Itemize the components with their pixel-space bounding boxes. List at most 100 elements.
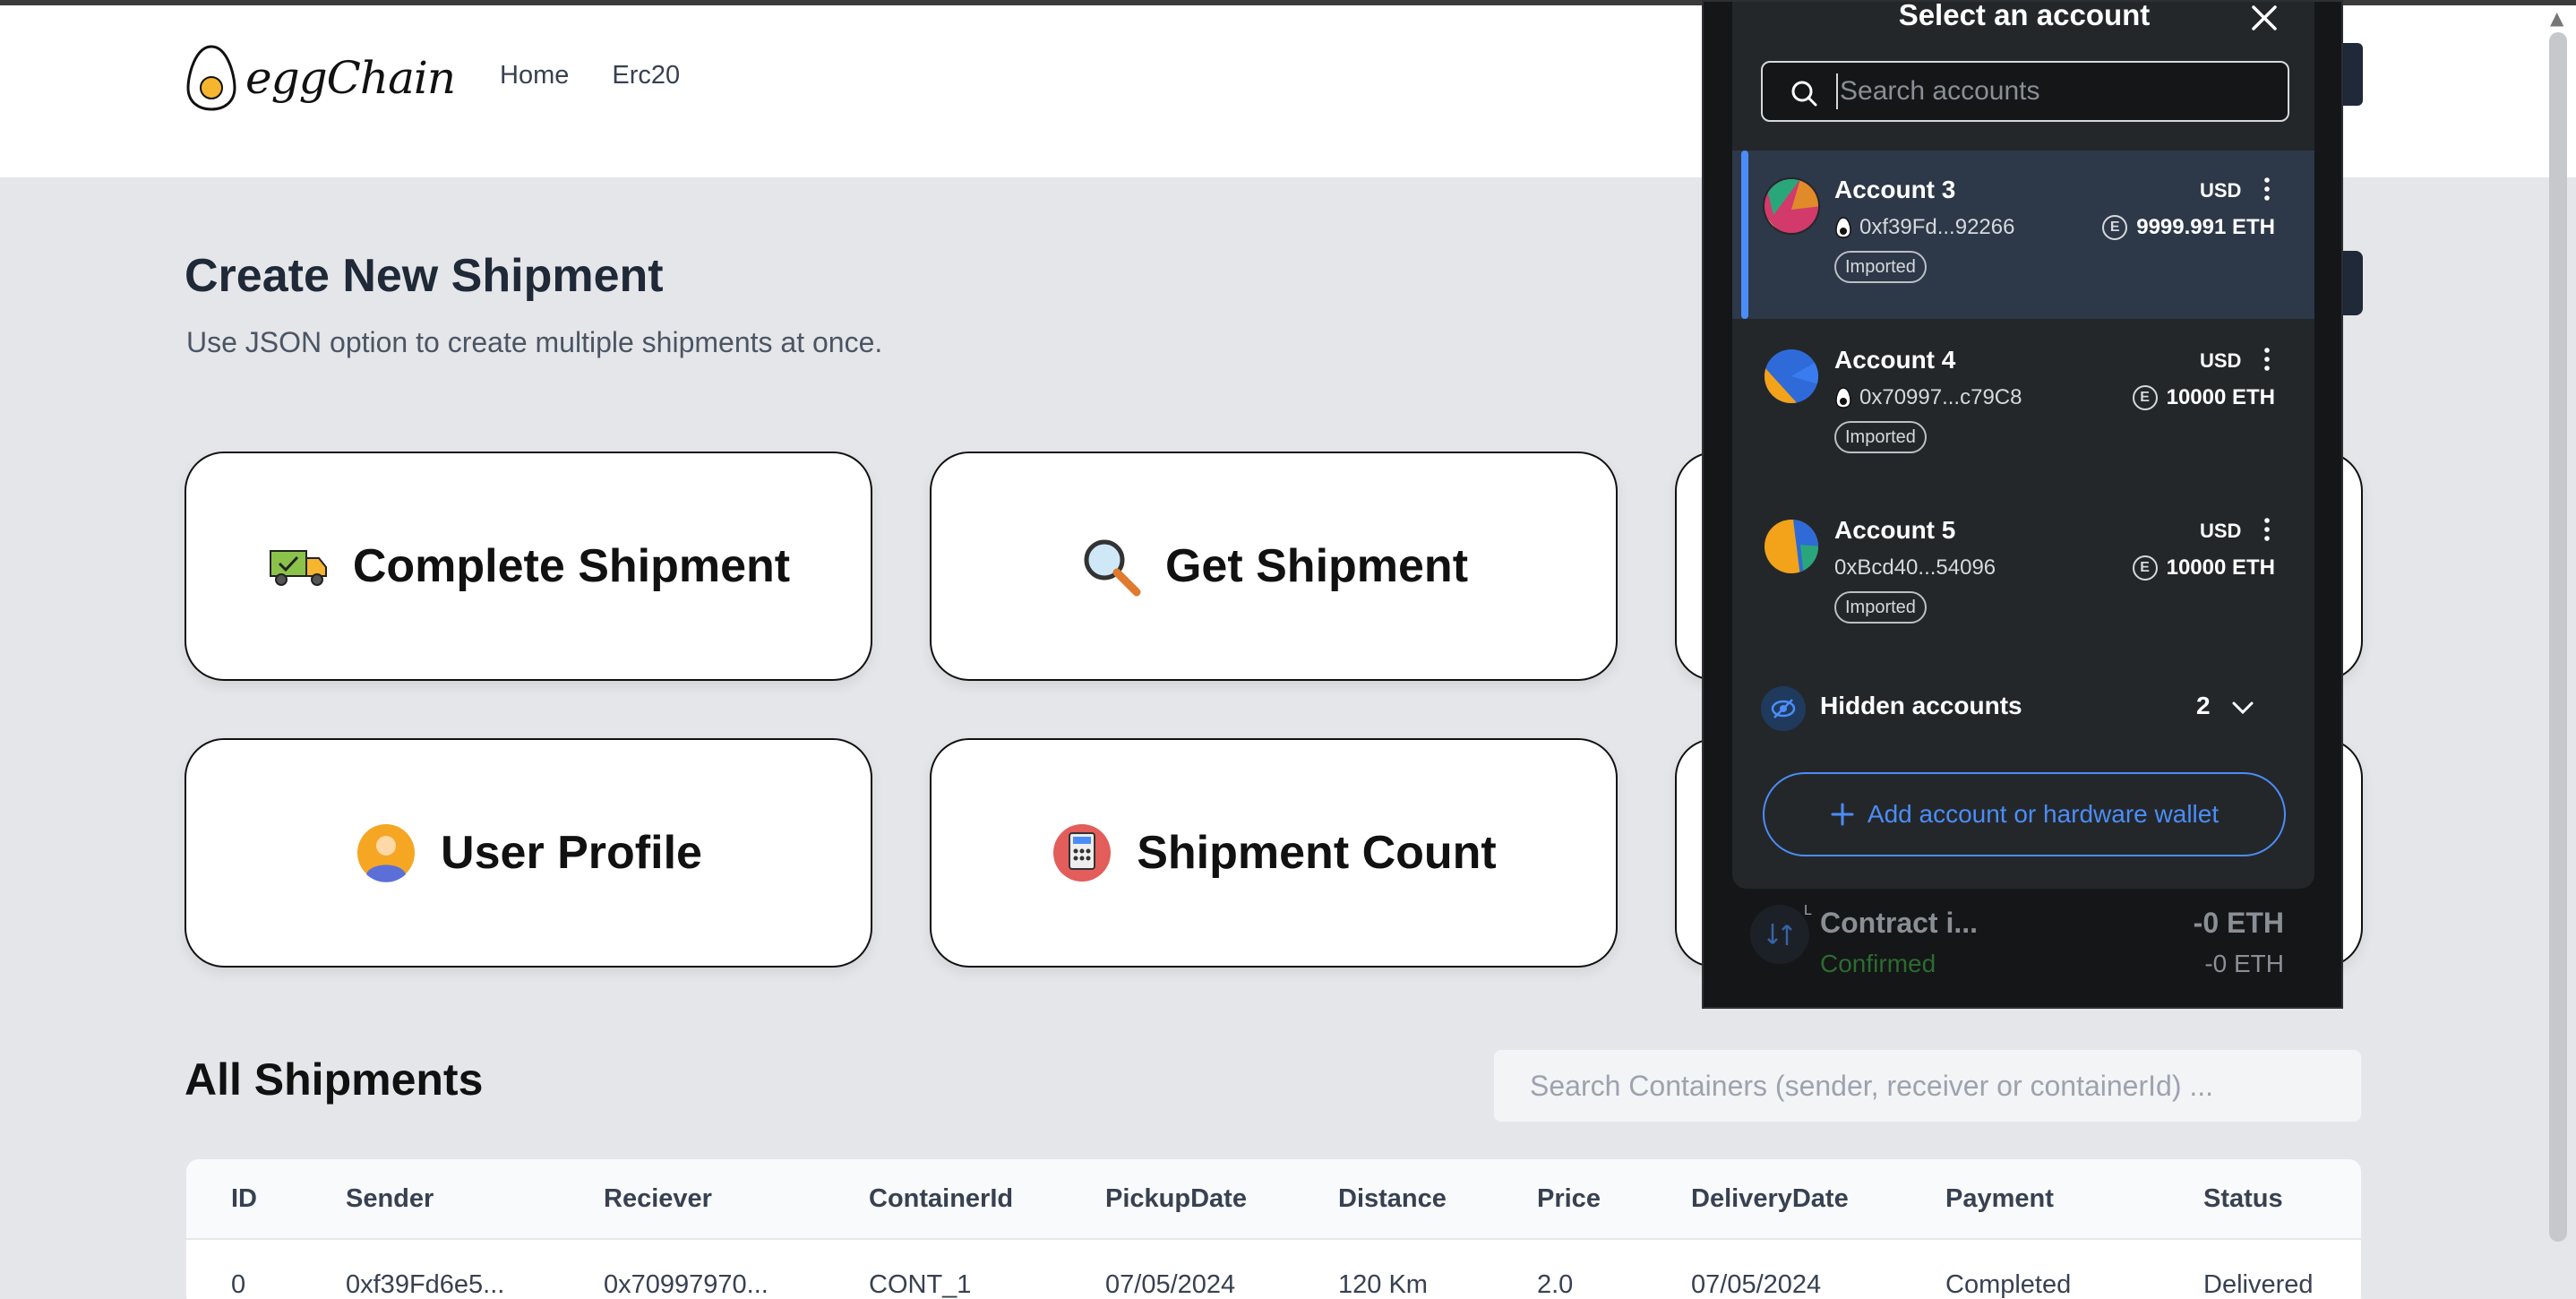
account-currency: USD xyxy=(2200,349,2242,372)
imported-badge: Imported xyxy=(1834,591,1927,624)
col-receiver: Reciever xyxy=(604,1184,712,1213)
eth-icon: E xyxy=(2132,385,2158,410)
user-avatar-icon xyxy=(355,822,417,884)
account-search-input[interactable] xyxy=(1836,73,2266,109)
network-badge: L xyxy=(1804,903,1812,918)
card-label: Get Shipment xyxy=(1164,540,1469,592)
account-currency: USD xyxy=(2200,520,2242,542)
cell-sender: 0xf39Fd6e5... xyxy=(346,1270,505,1299)
col-distance: Distance xyxy=(1338,1184,1447,1213)
account-address-text: 0xf39Fd...92266 xyxy=(1859,215,2015,239)
account-address: 0xBcd40...54096 xyxy=(1834,555,1996,581)
col-pickupdate: PickupDate xyxy=(1105,1184,1247,1213)
chevron-down-icon xyxy=(2232,701,2254,715)
selected-indicator xyxy=(1741,151,1748,319)
account-address: 0x70997...c79C8 xyxy=(1834,385,2022,410)
activity-item[interactable]: L Contract i... Confirmed -0 ETH -0 ETH xyxy=(1732,889,2314,1005)
col-price: Price xyxy=(1537,1184,1601,1213)
activity-title: Contract i... xyxy=(1820,907,1979,939)
col-containerid: ContainerId xyxy=(869,1184,1014,1213)
shipments-table: ID Sender Reciever ContainerId PickupDat… xyxy=(185,1157,2363,1299)
more-options-icon[interactable] xyxy=(2261,346,2273,373)
egg-logo-icon xyxy=(186,45,236,111)
cell-receiver: 0x70997970... xyxy=(604,1270,769,1299)
col-sender: Sender xyxy=(346,1184,434,1213)
calculator-icon xyxy=(1051,822,1113,884)
eye-slash-icon xyxy=(1761,686,1806,731)
add-account-label: Add account or hardware wallet xyxy=(1867,800,2220,828)
col-payment: Payment xyxy=(1945,1184,2054,1213)
card-label: Shipment Count xyxy=(1137,827,1497,879)
card-label: User Profile xyxy=(441,827,702,879)
account-avatar-icon xyxy=(1763,518,1820,575)
activity-status: Confirmed xyxy=(1820,950,1936,977)
account-name: Account 5 xyxy=(1834,516,1956,544)
cell-price: 2.0 xyxy=(1537,1270,1574,1299)
account-balance: E 10000 ETH xyxy=(2132,385,2275,410)
logo-text: eggChain xyxy=(245,52,456,104)
account-balance-text: 9999.991 ETH xyxy=(2136,215,2275,239)
more-options-icon[interactable] xyxy=(2261,176,2273,202)
col-id: ID xyxy=(231,1184,257,1213)
account-currency: USD xyxy=(2200,179,2242,202)
account-avatar-icon xyxy=(1763,348,1820,405)
col-status: Status xyxy=(2203,1184,2283,1213)
account-avatar-icon xyxy=(1763,177,1820,235)
activity-amount: -0 ETH xyxy=(2193,907,2284,939)
account-balance: E 9999.991 ETH xyxy=(2102,215,2275,240)
magnifying-glass-icon xyxy=(1079,535,1142,598)
more-options-icon[interactable] xyxy=(2261,516,2273,543)
table-header: ID Sender Reciever ContainerId PickupDat… xyxy=(186,1159,2361,1240)
add-account-button[interactable]: Add account or hardware wallet xyxy=(1763,772,2286,856)
account-name: Account 4 xyxy=(1834,346,1956,374)
account-balance: E 10000 ETH xyxy=(2132,555,2275,581)
cell-containerid: CONT_1 xyxy=(869,1270,972,1299)
page-scrollbar[interactable] xyxy=(2549,32,2567,1242)
account-item-4[interactable]: Account 4 USD 0x70997...c79C8 E 10000 ET… xyxy=(1732,321,2314,489)
imported-badge: Imported xyxy=(1834,251,1927,283)
account-balance-text: 10000 ETH xyxy=(2166,555,2275,580)
activity-amount-secondary: -0 ETH xyxy=(2204,950,2284,977)
scroll-up-arrow-icon[interactable]: ▲ xyxy=(2550,7,2563,29)
eth-icon: E xyxy=(2102,215,2128,240)
delivery-truck-icon xyxy=(267,535,330,598)
shipment-count-card[interactable]: Shipment Count xyxy=(930,738,1618,968)
card-label: Complete Shipment xyxy=(352,540,791,592)
account-item-3[interactable]: Account 3 USD 0xf39Fd...92266 E 9999.991… xyxy=(1732,151,2314,319)
account-address-text: 0xBcd40...54096 xyxy=(1834,555,1996,580)
imported-badge: Imported xyxy=(1834,421,1927,453)
page-subtitle: Use JSON option to create multiple shipm… xyxy=(186,326,883,358)
complete-shipment-card[interactable]: Complete Shipment xyxy=(185,452,872,681)
account-address: 0xf39Fd...92266 xyxy=(1834,215,2014,240)
contract-interaction-icon xyxy=(1750,905,1809,964)
wallet-account-popup: Select an account Account 3 USD 0xf39Fd.… xyxy=(1702,0,2343,1009)
plus-icon xyxy=(1831,803,1854,826)
col-deliverydate: DeliveryDate xyxy=(1691,1184,1849,1213)
cell-pickupdate: 07/05/2024 xyxy=(1105,1270,1236,1299)
cell-distance: 120 Km xyxy=(1338,1270,1428,1299)
account-balance-text: 10000 ETH xyxy=(2166,385,2275,409)
get-shipment-card[interactable]: Get Shipment xyxy=(930,452,1618,681)
logo[interactable]: eggChain xyxy=(185,41,456,115)
cell-status: Delivered xyxy=(2203,1270,2314,1299)
eth-icon: E xyxy=(2132,555,2158,581)
cell-deliverydate: 07/05/2024 xyxy=(1691,1270,1822,1299)
hidden-accounts-count: 2 xyxy=(2196,692,2211,719)
all-shipments-title: All Shipments xyxy=(185,1054,484,1105)
nav-links: Home Erc20 xyxy=(500,61,680,90)
close-icon[interactable] xyxy=(2246,0,2282,36)
account-address-text: 0x70997...c79C8 xyxy=(1859,385,2022,409)
nav-home-link[interactable]: Home xyxy=(500,61,569,90)
container-search-input[interactable]: Search Containers (sender, receiver or c… xyxy=(1492,1048,2363,1123)
cell-id: 0 xyxy=(231,1270,246,1299)
hidden-accounts-toggle[interactable]: Hidden accounts 2 xyxy=(1732,675,2314,738)
account-search[interactable] xyxy=(1761,61,2289,122)
egg-network-icon xyxy=(1835,217,1851,238)
page-title: Create New Shipment xyxy=(185,250,664,302)
cell-payment: Completed xyxy=(1945,1270,2072,1299)
nav-erc20-link[interactable]: Erc20 xyxy=(612,61,680,90)
user-profile-card[interactable]: User Profile xyxy=(185,738,872,968)
egg-network-icon xyxy=(1835,387,1851,409)
search-icon xyxy=(1791,81,1817,107)
account-item-5[interactable]: Account 5 USD 0xBcd40...54096 E 10000 ET… xyxy=(1732,491,2314,659)
